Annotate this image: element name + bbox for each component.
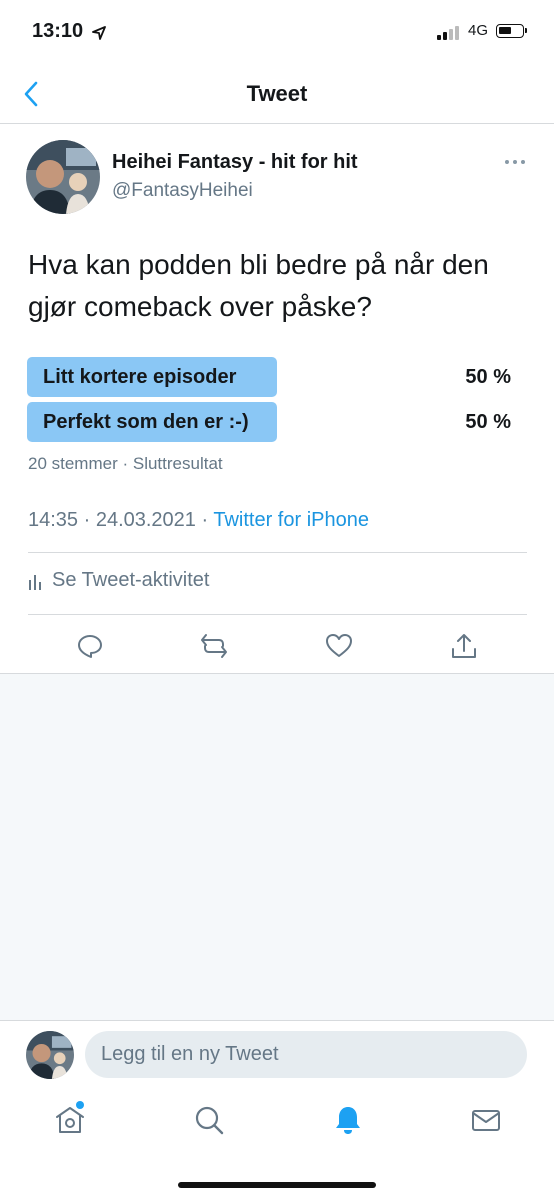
tweet-timestamp: 14:35 · 24.03.2021 · Twitter for iPhone bbox=[28, 509, 369, 532]
tweet-activity-link[interactable]: Se Tweet-aktivitet bbox=[28, 569, 209, 592]
divider bbox=[28, 552, 527, 553]
battery-icon bbox=[496, 24, 527, 38]
poll-option-label: Litt kortere episoder bbox=[43, 366, 237, 388]
reply-input[interactable]: Legg til en ny Tweet bbox=[85, 1031, 527, 1078]
poll-option-percent: 50 % bbox=[465, 411, 511, 433]
location-arrow-icon bbox=[92, 26, 106, 40]
poll-meta: 20 stemmer · Sluttresultat bbox=[28, 454, 223, 473]
divider bbox=[0, 1020, 554, 1021]
status-time: 13:10 bbox=[32, 20, 84, 42]
timestamp-text: 14:35 · 24.03.2021 · bbox=[28, 509, 214, 531]
tweet-source-link[interactable]: Twitter for iPhone bbox=[213, 509, 369, 531]
signal-icon bbox=[437, 26, 459, 40]
retweet-icon[interactable] bbox=[200, 632, 228, 660]
avatar[interactable] bbox=[26, 140, 100, 214]
divider bbox=[0, 123, 554, 124]
notification-dot bbox=[76, 1101, 84, 1109]
replies-area bbox=[0, 674, 554, 1020]
author-name[interactable]: Heihei Fantasy - hit for hit bbox=[112, 151, 358, 174]
search-icon[interactable] bbox=[193, 1104, 225, 1136]
more-icon[interactable] bbox=[504, 157, 526, 167]
author-handle[interactable]: @FantasyHeihei bbox=[112, 180, 253, 202]
home-indicator bbox=[178, 1182, 376, 1188]
activity-label: Se Tweet-aktivitet bbox=[52, 569, 210, 591]
analytics-icon bbox=[29, 574, 41, 590]
page-title: Tweet bbox=[246, 81, 308, 106]
poll-option-percent: 50 % bbox=[465, 366, 511, 388]
network-type: 4G bbox=[468, 22, 489, 39]
like-icon[interactable] bbox=[325, 632, 353, 660]
poll-option-label: Perfekt som den er :-) bbox=[43, 411, 249, 433]
messages-icon[interactable] bbox=[470, 1104, 502, 1136]
notifications-bell-icon[interactable] bbox=[332, 1104, 364, 1136]
reply-icon[interactable] bbox=[76, 632, 104, 660]
tweet-text: Hva kan podden bli bedre på når den gjør… bbox=[28, 249, 489, 322]
divider bbox=[28, 614, 527, 615]
share-icon[interactable] bbox=[450, 632, 478, 660]
compose-avatar bbox=[26, 1031, 74, 1079]
